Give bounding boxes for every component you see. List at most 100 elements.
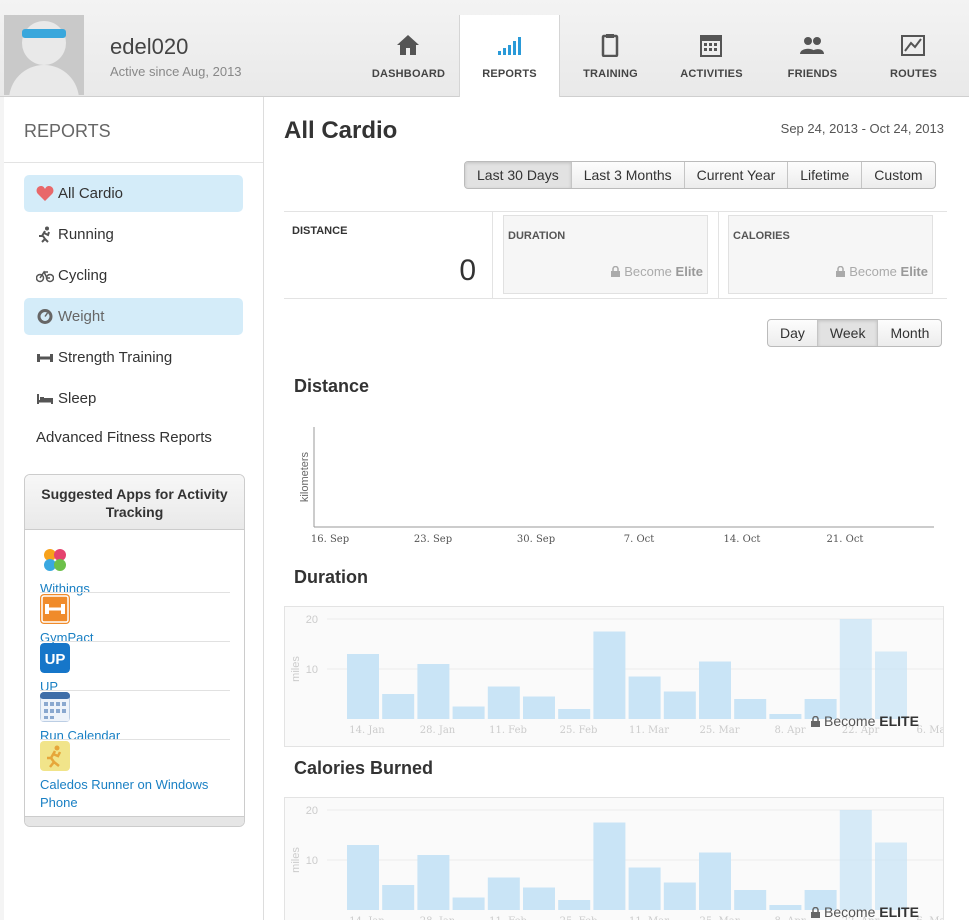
- elite-text: Elite: [675, 264, 703, 279]
- nav-tab-friends[interactable]: FRIENDS: [762, 15, 863, 97]
- nav-tab-label: ACTIVITIES: [680, 68, 743, 80]
- nav-tab-reports[interactable]: REPORTS: [459, 15, 560, 98]
- nav-tab-label: DASHBOARD: [371, 68, 446, 80]
- app-name[interactable]: Caledos Runner on Windows Phone: [40, 776, 230, 812]
- become-text: Become: [824, 904, 876, 920]
- range-last-3-months-button[interactable]: Last 3 Months: [570, 162, 684, 188]
- sidebar-item-sleep[interactable]: Sleep: [24, 380, 243, 417]
- sidebar-item-label: Weight: [58, 308, 105, 325]
- granularity-selector: Day Week Month: [767, 319, 943, 347]
- x-tick-label: 16. Sep: [311, 534, 349, 545]
- x-tick-label: 6. Ma: [917, 916, 943, 920]
- become-elite-link[interactable]: Become ELITE: [811, 713, 919, 729]
- sidebar-item-label: All Cardio: [58, 185, 124, 202]
- stats-row: DISTANCE 0 DURATION Become Elite CALORIE…: [284, 211, 947, 299]
- y-tick-label: 10: [306, 855, 318, 867]
- sidebar-title: REPORTS: [24, 121, 111, 141]
- nav-tab-label: FRIENDS: [787, 68, 838, 80]
- x-tick-label: 28. Jan: [420, 725, 456, 736]
- x-tick-label: 8. Apr: [774, 916, 805, 920]
- bar: [382, 885, 415, 910]
- suggested-apps-footer: [25, 816, 244, 826]
- app-gympact[interactable]: GymPact: [40, 594, 230, 647]
- sidebar-item-all-cardio[interactable]: All Cardio: [24, 175, 243, 212]
- bar: [558, 709, 591, 719]
- bar: [347, 845, 379, 910]
- bar: [523, 887, 555, 910]
- nav-tab-label: REPORTS: [482, 68, 537, 80]
- stat-duration: DURATION Become Elite: [503, 215, 708, 294]
- header: edel020 Active since Aug, 2013 DASHBOARD…: [0, 0, 969, 98]
- become-elite-link[interactable]: Become ELITE: [811, 904, 919, 920]
- nav-tab-activities[interactable]: ACTIVITIES: [661, 15, 762, 97]
- bar: [523, 696, 555, 719]
- x-tick-label: 11. Mar: [629, 725, 669, 736]
- become-elite-link[interactable]: Become Elite: [836, 264, 928, 279]
- y-axis-label: kilometers: [299, 451, 311, 502]
- sidebar-item-label: Strength Training: [58, 349, 173, 366]
- granularity-week-button[interactable]: Week: [816, 320, 878, 346]
- heart-icon: [36, 186, 54, 201]
- x-tick-label: 30. Sep: [517, 534, 555, 545]
- calories-chart: 10 20 miles 14. Jan 28. Jan 11. Feb 25. Feb 11.…: [284, 797, 945, 920]
- avatar-head: [22, 21, 66, 65]
- sidebar-item-weight[interactable]: Weight: [24, 298, 243, 335]
- sidebar-item-label: Advanced Fitness Reports: [36, 429, 212, 446]
- divider: [40, 641, 230, 642]
- x-tick-label: 14. Jan: [349, 916, 385, 920]
- x-tick-label: 21. Oct: [827, 534, 864, 545]
- stat-label: CALORIES: [733, 230, 790, 242]
- avatar[interactable]: [4, 15, 84, 95]
- sidebar-item-running[interactable]: Running: [24, 216, 243, 253]
- bicycle-icon: [36, 270, 54, 283]
- divider: [40, 739, 230, 740]
- scale-icon: [37, 309, 53, 324]
- nav-tab-training[interactable]: TRAINING: [560, 15, 661, 97]
- calories-chart-title: Calories Burned: [294, 758, 434, 778]
- member-since: Active since Aug, 2013: [110, 64, 242, 79]
- sidebar-item-advanced-fitness-reports[interactable]: Advanced Fitness Reports: [24, 419, 243, 456]
- nav-tab-dashboard[interactable]: DASHBOARD: [358, 15, 459, 97]
- x-tick-label: 11. Feb: [489, 916, 527, 920]
- range-last-30-days-button[interactable]: Last 30 Days: [465, 162, 571, 188]
- bar: [417, 855, 450, 910]
- granularity-day-button[interactable]: Day: [768, 320, 817, 346]
- nav-tab-routes[interactable]: ROUTES: [863, 15, 964, 97]
- app-up[interactable]: UP UP: [40, 643, 230, 696]
- x-tick-label: 6. Ma: [917, 725, 943, 736]
- app-caledos-runner[interactable]: Caledos Runner on Windows Phone: [40, 741, 230, 812]
- y-axis-label: miles: [290, 656, 302, 682]
- distance-chart-svg: kilometers 16. Sep 23. Sep 30. Sep 7. Oct 14.…: [299, 427, 934, 545]
- granularity-month-button[interactable]: Month: [877, 320, 941, 346]
- suggested-apps-panel: Suggested Apps for Activity Tracking Wit…: [24, 474, 245, 827]
- x-tick-label: 25. Mar: [699, 725, 739, 736]
- x-tick-label: 23. Sep: [414, 534, 452, 545]
- stat-label: DISTANCE: [292, 225, 348, 237]
- elite-text: ELITE: [879, 904, 919, 920]
- divider: [40, 592, 230, 593]
- distance-chart: kilometers 16. Sep 23. Sep 30. Sep 7. Oct 14.…: [284, 417, 944, 547]
- become-elite-link[interactable]: Become Elite: [611, 264, 703, 279]
- bar: [487, 686, 520, 719]
- dumbbell-icon: [37, 354, 53, 362]
- sidebar-item-cycling[interactable]: Cycling: [24, 257, 243, 294]
- bar: [487, 877, 520, 910]
- lock-icon: [611, 266, 621, 277]
- stat-label: DURATION: [508, 230, 566, 242]
- x-tick-label: 14. Oct: [724, 534, 761, 545]
- lock-icon: [811, 716, 820, 727]
- app-run-calendar[interactable]: Run Calendar: [39, 691, 230, 745]
- sidebar: REPORTS All Cardio Running Cycling Weigh…: [4, 97, 264, 920]
- app-withings[interactable]: Withings: [40, 545, 230, 598]
- range-lifetime-button[interactable]: Lifetime: [787, 162, 861, 188]
- bed-icon: [37, 394, 53, 404]
- username[interactable]: edel020: [110, 34, 188, 60]
- range-current-year-button[interactable]: Current Year: [683, 162, 788, 188]
- x-tick-label: 14. Jan: [349, 725, 385, 736]
- bar: [628, 676, 661, 719]
- sidebar-item-strength-training[interactable]: Strength Training: [24, 339, 243, 376]
- x-tick-label: 11. Mar: [629, 916, 669, 920]
- page-title: All Cardio: [284, 117, 398, 144]
- avatar-body: [9, 65, 79, 95]
- range-custom-button[interactable]: Custom: [861, 162, 934, 188]
